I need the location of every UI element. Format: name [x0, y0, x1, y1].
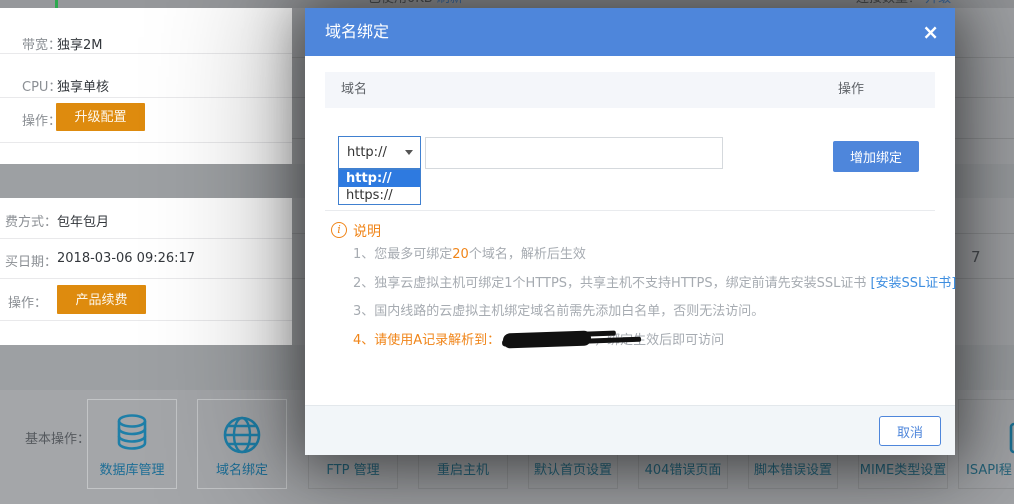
info-icon: i [331, 222, 347, 238]
background-top-strip: 已使用0KB 刷新 连接数量？ 升级 [0, 0, 1014, 8]
row-divider [0, 142, 292, 143]
cpu-label: CPU： [22, 76, 61, 95]
bandwidth-label: 带宽： [22, 34, 61, 53]
row-divider [0, 320, 292, 321]
action-label: 操作： [8, 292, 47, 311]
tile-label: 数据库管理 [88, 459, 176, 478]
domain-table-header: 域名 操作 [325, 72, 935, 108]
purchase-date-label: 买日期： [5, 251, 57, 270]
tile-label: FTP 管理 [309, 459, 397, 478]
modal-title: 域名绑定 [325, 8, 389, 56]
tile-label: 脚本错误设置 [749, 459, 837, 478]
protocol-option-https[interactable]: https:// [339, 187, 420, 204]
upgrade-config-button[interactable]: 升级配置 [56, 103, 145, 131]
notes-title: 说明 [353, 221, 381, 241]
database-icon [112, 412, 152, 456]
note-item-3: 3、国内线路的云虚拟主机绑定域名前需先添加白名单，否则无法访问。 [353, 298, 939, 327]
note4-orange-text: 4、请使用A记录解析到： [353, 333, 500, 348]
row-divider [0, 278, 292, 279]
tile-isapi-settings[interactable]: ISAPI程 [958, 399, 1014, 489]
modal-divider [325, 210, 935, 211]
cancel-button[interactable]: 取消 [879, 416, 941, 446]
dimmed-date-fragment: 7 [971, 248, 981, 266]
tile-database-management[interactable]: 数据库管理 [87, 399, 177, 489]
note-item-4: 4、请使用A记录解析到： ，绑定生效后即可访问 [353, 327, 939, 356]
protocol-select[interactable]: http:// [338, 136, 421, 169]
billing-info-card: 费方式： 包年包月 买日期： 2018-03-06 09:26:17 操作： 产… [0, 198, 292, 345]
tile-label: 默认首页设置 [529, 459, 617, 478]
row-divider [0, 53, 292, 54]
close-icon[interactable]: × [922, 19, 939, 45]
protocol-selected-value: http:// [347, 137, 387, 168]
tile-label: ISAPI程 [966, 459, 1014, 478]
note-item-2: 2、独享云虚拟主机可绑定1个HTTPS，共享主机不支持HTTPS，绑定前请先安装… [353, 270, 939, 299]
tile-label: 重启主机 [419, 459, 507, 478]
renew-product-button[interactable]: 产品续费 [57, 285, 146, 314]
note-item-1: 1、您最多可绑定20个域名，解析后生效 [353, 241, 939, 270]
tile-label: MIME类型设置 [859, 459, 947, 478]
row-divider [0, 238, 292, 239]
note1-post: 个域名，解析后生效 [469, 247, 586, 262]
connections-fragment: 连接数量？ 升级 [856, 0, 951, 6]
modules-icon [1009, 422, 1014, 454]
usage-fragment: 已使用0KB 刷新 [368, 0, 463, 6]
refresh-link[interactable]: 刷新 [437, 0, 463, 6]
domain-input[interactable] [425, 137, 723, 169]
billing-mode-value: 包年包月 [57, 211, 109, 230]
column-header-action: 操作 [838, 72, 864, 108]
bandwidth-value: 独享2M [57, 34, 103, 53]
protocol-option-http[interactable]: http:// [339, 170, 420, 187]
cpu-value: 独享单核 [57, 76, 109, 95]
tile-domain-binding[interactable]: 域名绑定 [197, 399, 287, 489]
upgrade-link[interactable]: 升级 [925, 0, 951, 6]
protocol-dropdown-list: http:// https:// [338, 169, 421, 205]
note2-text: 2、独享云虚拟主机可绑定1个HTTPS，共享主机不支持HTTPS，绑定前请先安装… [353, 276, 866, 291]
redaction-scribble [503, 330, 591, 348]
usage-progress-fragment [55, 0, 58, 8]
billing-mode-label: 费方式： [5, 211, 57, 230]
notes-list: 1、您最多可绑定20个域名，解析后生效 2、独享云虚拟主机可绑定1个HTTPS，… [353, 241, 939, 355]
globe-icon [221, 414, 263, 456]
instance-config-card: 带宽： 独享2M CPU： 独享单核 操作： 升级配置 [0, 8, 292, 166]
note1-pre: 1、您最多可绑定 [353, 247, 452, 262]
host-console-page: 已使用0KB 刷新 连接数量？ 升级 7 带宽： 独享2M CPU： 独享单核 … [0, 0, 1014, 504]
note1-highlight: 20 [452, 247, 469, 262]
install-ssl-cert-link[interactable]: [安装SSL证书] [870, 276, 956, 291]
chevron-down-icon [405, 150, 413, 155]
domain-binding-modal: 域名绑定 × 域名 操作 http:// http:// https:// 增加… [305, 8, 955, 455]
usage-text: 已使用0KB [368, 0, 433, 6]
modal-header: 域名绑定 × [305, 8, 955, 56]
tile-label: 域名绑定 [198, 459, 286, 478]
connections-text: 连接数量？ [856, 0, 921, 6]
note3-text: 3、国内线路的云虚拟主机绑定域名前需先添加白名单，否则无法访问。 [353, 304, 764, 319]
purchase-date-value: 2018-03-06 09:26:17 [57, 251, 195, 266]
basic-operations-label: 基本操作： [25, 428, 90, 447]
tile-label: 404错误页面 [639, 459, 727, 478]
add-binding-button[interactable]: 增加绑定 [833, 141, 919, 172]
column-header-domain: 域名 [341, 72, 367, 108]
modal-footer: 取消 [305, 405, 955, 455]
row-divider [0, 97, 292, 98]
note4-post: ，绑定生效后即可访问 [594, 333, 724, 348]
